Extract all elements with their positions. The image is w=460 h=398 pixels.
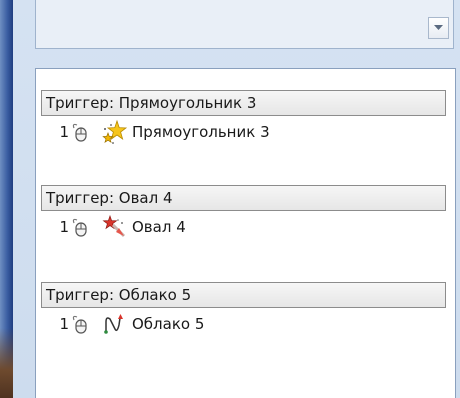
effect-label: Прямоугольник 3 bbox=[132, 123, 270, 141]
mouse-click-icon bbox=[72, 218, 87, 237]
custom-animation-pane: Триггер: Прямоугольник 3 1 Прямоугольник… bbox=[0, 0, 460, 398]
mouse-click-icon bbox=[72, 315, 87, 334]
mouse-click-icon bbox=[72, 123, 87, 142]
animation-list[interactable]: Триггер: Прямоугольник 3 1 Прямоугольник… bbox=[35, 68, 456, 398]
effect-item[interactable]: 1 Овал 4 bbox=[41, 212, 446, 242]
effect-label: Овал 4 bbox=[132, 218, 186, 236]
motion-path-icon bbox=[104, 314, 123, 334]
star-burst-icon bbox=[102, 119, 128, 144]
dropdown-arrow-icon bbox=[434, 25, 443, 30]
trigger-header[interactable]: Триггер: Облако 5 bbox=[41, 282, 446, 308]
effect-order: 1 bbox=[59, 218, 69, 236]
trigger-header[interactable]: Триггер: Овал 4 bbox=[41, 185, 446, 211]
property-group bbox=[35, 0, 454, 49]
effect-item[interactable]: 1 Облако 5 bbox=[41, 309, 446, 339]
effect-label: Облако 5 bbox=[132, 315, 205, 333]
exit-star-icon bbox=[102, 214, 126, 238]
effect-order: 1 bbox=[59, 123, 69, 141]
window-edge bbox=[0, 0, 13, 398]
effect-item[interactable]: 1 Прямоугольник 3 bbox=[41, 117, 446, 147]
effect-order: 1 bbox=[59, 315, 69, 333]
trigger-header[interactable]: Триггер: Прямоугольник 3 bbox=[41, 90, 446, 116]
dropdown-button[interactable] bbox=[428, 17, 449, 39]
